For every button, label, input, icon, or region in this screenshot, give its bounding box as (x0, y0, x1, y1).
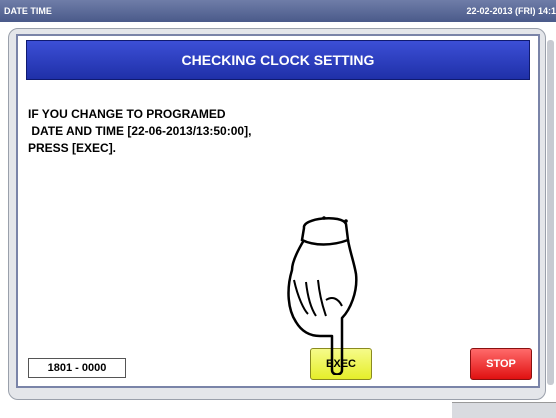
message-line: DATE AND TIME [22-06-2013/13:50:00], (28, 124, 252, 138)
stop-button[interactable]: STOP (470, 348, 532, 380)
datetime-display: 22-02-2013 (FRI) 14:1 (466, 6, 556, 16)
dialog-title: CHECKING CLOCK SETTING (26, 40, 530, 80)
pointing-hand-icon (287, 216, 358, 375)
message-line: PRESS [EXEC]. (28, 141, 117, 155)
window-title: DATE TIME (4, 6, 52, 16)
message-code: 1801 - 0000 (28, 358, 126, 378)
dialog-message: IF YOU CHANGE TO PROGRAMED DATE AND TIME… (28, 106, 251, 157)
scrollbar[interactable] (547, 40, 554, 385)
bottom-tab (452, 402, 556, 418)
title-bar: DATE TIME 22-02-2013 (FRI) 14:1 (0, 0, 556, 22)
confirmation-dialog: CHECKING CLOCK SETTING IF YOU CHANGE TO … (16, 34, 540, 388)
message-line: IF YOU CHANGE TO PROGRAMED (28, 107, 226, 121)
